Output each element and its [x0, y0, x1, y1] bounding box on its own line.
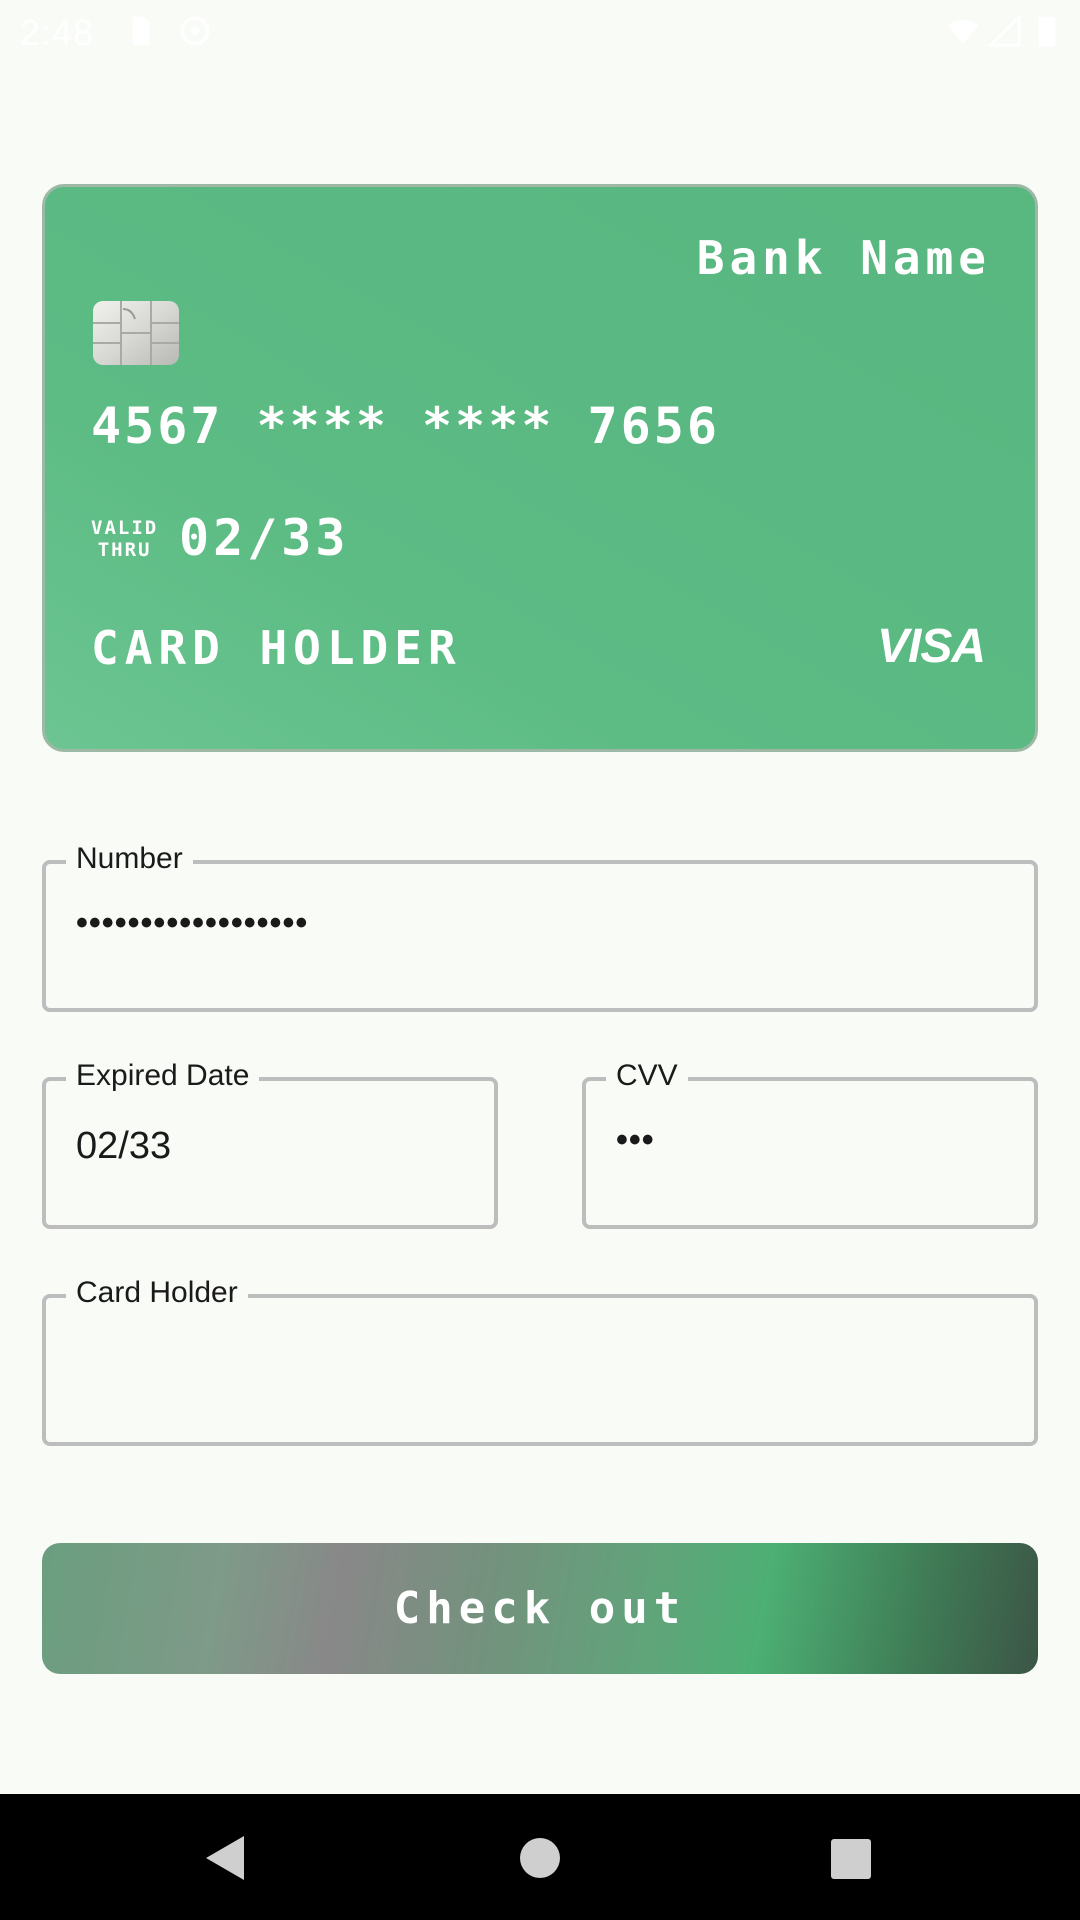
valid-label: VALID: [91, 517, 159, 539]
expiry-date-field[interactable]: Expired Date 02/33: [42, 1059, 498, 1229]
card-holder-name: CARD HOLDER: [91, 621, 462, 675]
chip-icon: [93, 301, 179, 365]
cvv-input-value[interactable]: •••: [616, 1121, 655, 1160]
card-holder-label: Card Holder: [66, 1276, 248, 1310]
sync-icon: [180, 16, 210, 46]
recents-icon[interactable]: [820, 1828, 880, 1888]
battery-icon: [1038, 16, 1056, 47]
thru-label: THRU: [97, 539, 152, 561]
checkout-button[interactable]: Check out: [42, 1543, 1038, 1674]
valid-thru-label: VALID THRU: [91, 517, 158, 561]
sd-card-icon: [132, 16, 150, 46]
status-time: 2:48: [20, 12, 95, 53]
back-icon[interactable]: [196, 1828, 256, 1888]
cvv-label: CVV: [606, 1059, 688, 1093]
card-number-label: Number: [66, 842, 193, 876]
expiry-date-label: Expired Date: [66, 1059, 260, 1093]
navigation-bar: [0, 1794, 1080, 1920]
card-number-input-value[interactable]: ••••••••••••••••••: [76, 904, 308, 943]
expiry-date-input-value[interactable]: 02/33: [76, 1125, 171, 1168]
signal-icon: [988, 14, 1021, 47]
card-expiry: 02/33: [179, 509, 350, 567]
home-icon[interactable]: [510, 1828, 570, 1888]
credit-card-preview: Bank Name 4567 **** **** 7656 VALID THRU…: [42, 184, 1038, 752]
bank-name: Bank Name: [696, 231, 991, 285]
status-bar: 2:48: [0, 0, 1080, 64]
visa-logo: VISA: [876, 620, 986, 673]
wifi-icon: [947, 20, 979, 44]
card-number: 4567 **** **** 7656: [91, 397, 720, 455]
checkout-screen: 2:48 Bank Name 4567 **** **** 7656 VALID…: [0, 0, 1080, 1920]
card-holder-field[interactable]: Card Holder: [42, 1276, 1038, 1446]
card-number-field[interactable]: Number ••••••••••••••••••: [42, 842, 1038, 1012]
cvv-field[interactable]: CVV •••: [582, 1059, 1038, 1229]
